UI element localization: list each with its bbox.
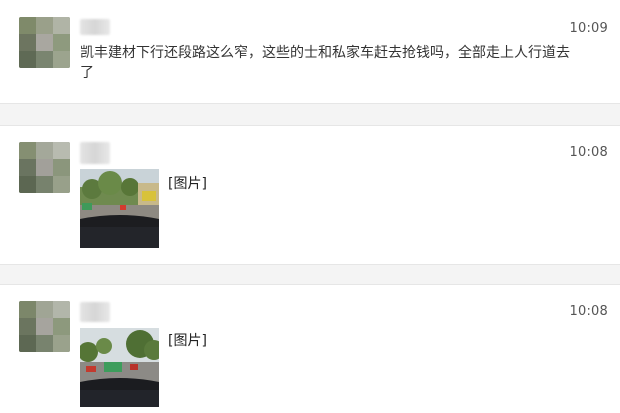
- message-item[interactable]: 10:08 [图片]: [0, 284, 620, 413]
- avatar[interactable]: [19, 17, 70, 68]
- image-label: [图片]: [168, 176, 207, 192]
- message-feed: 10:09 凯丰建材下行还段路这么窄，这些的士和私家车赶去抢钱吗，全部走上人行道…: [0, 0, 620, 413]
- avatar[interactable]: [19, 301, 70, 352]
- street-photo: [80, 328, 159, 407]
- message-item[interactable]: 10:08 [图片]: [0, 125, 620, 265]
- sender-name-blurred: [80, 19, 110, 35]
- message-time: 10:08: [569, 145, 608, 160]
- avatar[interactable]: [19, 142, 70, 193]
- photo-thumbnail[interactable]: [80, 328, 159, 407]
- message-time: 10:09: [569, 21, 608, 36]
- street-photo: [80, 169, 159, 248]
- message-text: 凯丰建材下行还段路这么窄，这些的士和私家车赶去抢钱吗，全部走上人行道去了: [80, 45, 570, 81]
- sender-name-blurred: [80, 142, 110, 164]
- photo-thumbnail[interactable]: [80, 169, 159, 248]
- sender-name-blurred: [80, 302, 110, 322]
- message-time: 10:08: [569, 304, 608, 319]
- image-label: [图片]: [168, 333, 207, 349]
- message-item[interactable]: 10:09 凯丰建材下行还段路这么窄，这些的士和私家车赶去抢钱吗，全部走上人行道…: [0, 0, 620, 104]
